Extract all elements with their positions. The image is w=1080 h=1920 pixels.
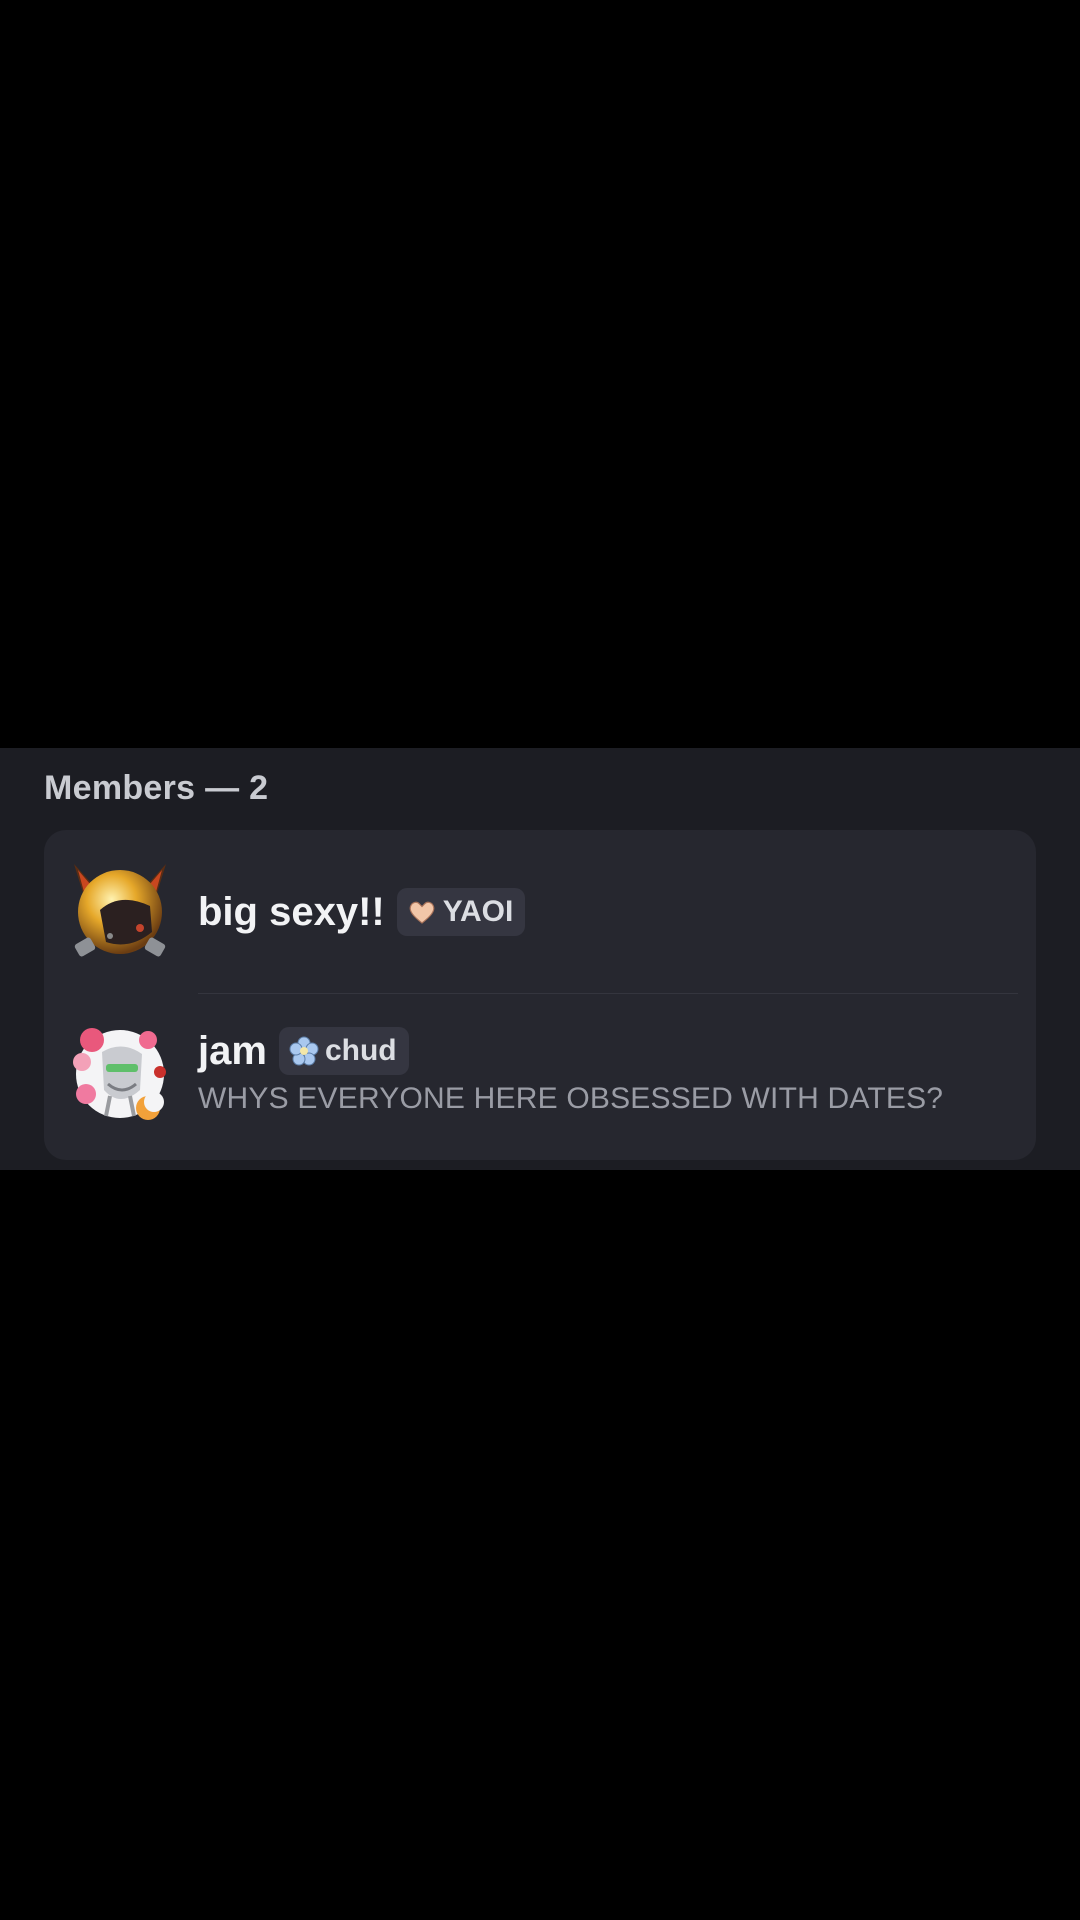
member-name-line: jam chud [198, 1024, 409, 1078]
heart-icon [409, 901, 435, 924]
avatar[interactable] [70, 862, 170, 962]
member-name-line: big sexy!! YAOI [198, 880, 526, 944]
member-row-big-sexy[interactable]: big sexy!! YAOI [44, 830, 1036, 994]
role-tag-label: chud [324, 1034, 397, 1067]
role-tag[interactable]: YAOI [396, 888, 526, 936]
members-header: Members — 2 [44, 769, 269, 807]
robot-hearts-avatar-icon [73, 1028, 166, 1120]
role-tag[interactable]: chud [278, 1027, 409, 1075]
flower-icon [289, 1036, 319, 1066]
cat-ears-avatar-icon [74, 864, 166, 957]
member-row-jam[interactable]: jam chud WHYS EVERYONE HERE OBSESSED WIT… [44, 994, 1036, 1158]
member-status: WHYS EVERYONE HERE OBSESSED WITH DATES? [198, 1082, 944, 1115]
role-tag-label: YAOI [442, 895, 514, 928]
members-list: big sexy!! YAOI jam chud WHYS EVERYONE H… [44, 830, 1036, 1160]
screen: Members — 2 big sexy!! YAOI jam chud WHY… [0, 0, 1080, 1920]
avatar[interactable] [70, 1024, 170, 1124]
member-username: big sexy!! [198, 889, 385, 934]
members-panel: Members — 2 big sexy!! YAOI jam chud WHY… [0, 748, 1080, 1170]
member-username: jam [198, 1028, 267, 1073]
